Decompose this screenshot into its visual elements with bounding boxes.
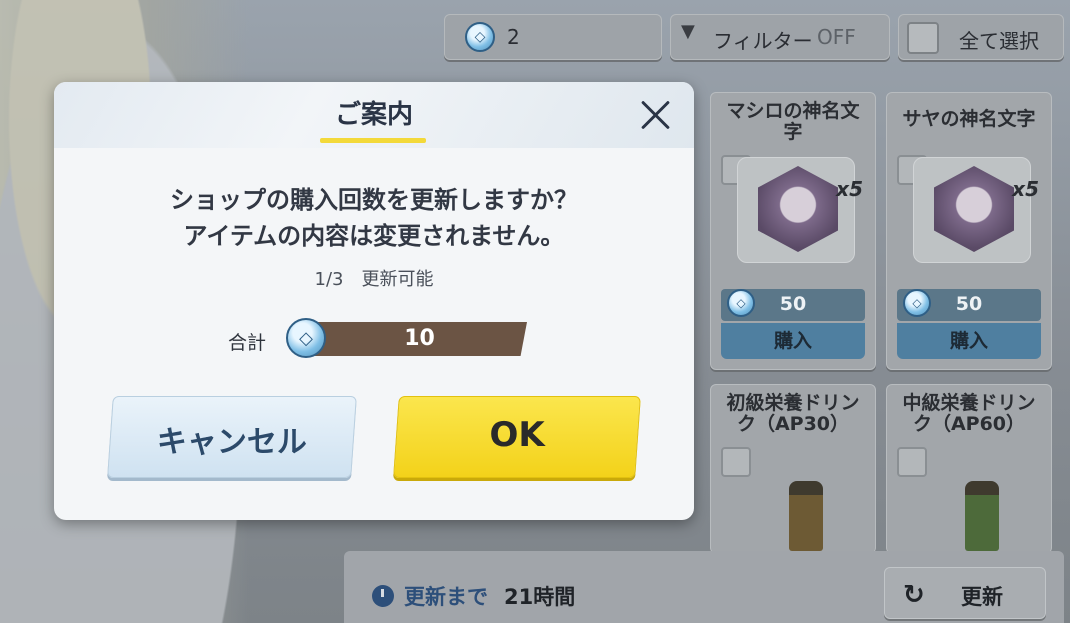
refresh-until-value: 21時間: [504, 585, 576, 609]
item-image: [913, 157, 1031, 263]
item-name: マシロの神名文字: [726, 100, 860, 143]
emblem-icon: [758, 166, 838, 252]
clock-icon: [372, 585, 394, 607]
currency-count: 2: [507, 25, 520, 49]
price-bar: ◇ 50: [897, 289, 1041, 321]
refresh-button[interactable]: ↻ 更新: [884, 567, 1046, 619]
filter-label: フィルター: [713, 29, 813, 53]
refresh-button-label: 更新: [961, 585, 1003, 609]
cancel-button[interactable]: キャンセル: [107, 396, 357, 478]
dialog-message-line1: ショップの購入回数を更新しますか？: [170, 186, 578, 214]
buy-label: 購入: [773, 330, 812, 352]
currency-counter: ◇ 2: [444, 14, 662, 60]
total-label: 合計: [228, 332, 267, 354]
cancel-label: キャンセル: [156, 425, 307, 460]
drink-icon: [789, 481, 823, 551]
checkbox-icon[interactable]: [721, 447, 751, 477]
filter-button[interactable]: ▼ フィルター OFF: [670, 14, 890, 60]
select-all-label: 全て選択: [959, 29, 1039, 53]
select-all-button[interactable]: 全て選択: [898, 14, 1064, 60]
checkbox-icon[interactable]: [897, 447, 927, 477]
dialog-title: ご案内: [334, 100, 413, 130]
refresh-until-label: 更新まで: [404, 585, 488, 609]
refresh-icon: ↻: [903, 580, 925, 610]
buy-button[interactable]: 購入: [897, 323, 1041, 359]
currency-coin-icon: ◇: [465, 22, 495, 52]
checkbox-icon: [907, 22, 939, 54]
currency-coin-icon: ◇: [286, 318, 326, 358]
close-icon[interactable]: [634, 94, 676, 136]
refresh-footer: 更新まで 21時間 ↻ 更新: [344, 551, 1064, 623]
total-bar: 10: [312, 322, 527, 356]
ok-label: OK: [489, 415, 545, 455]
item-price: 50: [955, 293, 983, 315]
item-name: 初級栄養ドリンク（AP30）: [726, 392, 860, 435]
title-underline: [320, 138, 426, 143]
item-quantity: x5: [836, 177, 863, 201]
filter-icon: ▼: [681, 21, 695, 42]
ok-button[interactable]: OK: [393, 396, 641, 478]
price-bar: ◇ 50: [721, 289, 865, 321]
refresh-confirm-dialog: ご案内 ショップの購入回数を更新しますか？ アイテムの内容は変更されません。 1…: [54, 82, 694, 520]
item-name: サヤの神名文字: [902, 108, 1036, 130]
filter-state: OFF: [817, 25, 856, 49]
drink-icon: [965, 481, 999, 551]
shop-item-card[interactable]: 初級栄養ドリンク（AP30）: [710, 384, 876, 554]
total-value: 10: [404, 326, 435, 351]
buy-label: 購入: [949, 330, 988, 352]
shop-item-card[interactable]: 中級栄養ドリンク（AP60）: [886, 384, 1052, 554]
item-image: [737, 157, 855, 263]
shop-item-card[interactable]: マシロの神名文字 x5 ◇ 50 購入: [710, 92, 876, 370]
dialog-message-line2: アイテムの内容は変更されません。: [183, 222, 565, 250]
item-name: 中級栄養ドリンク（AP60）: [902, 392, 1036, 435]
shop-item-card[interactable]: サヤの神名文字 x5 ◇ 50 購入: [886, 92, 1052, 370]
item-quantity: x5: [1012, 177, 1039, 201]
emblem-icon: [934, 166, 1014, 252]
buy-button[interactable]: 購入: [721, 323, 865, 359]
refresh-count: 1/3 更新可能: [314, 269, 434, 290]
item-price: 50: [779, 293, 807, 315]
